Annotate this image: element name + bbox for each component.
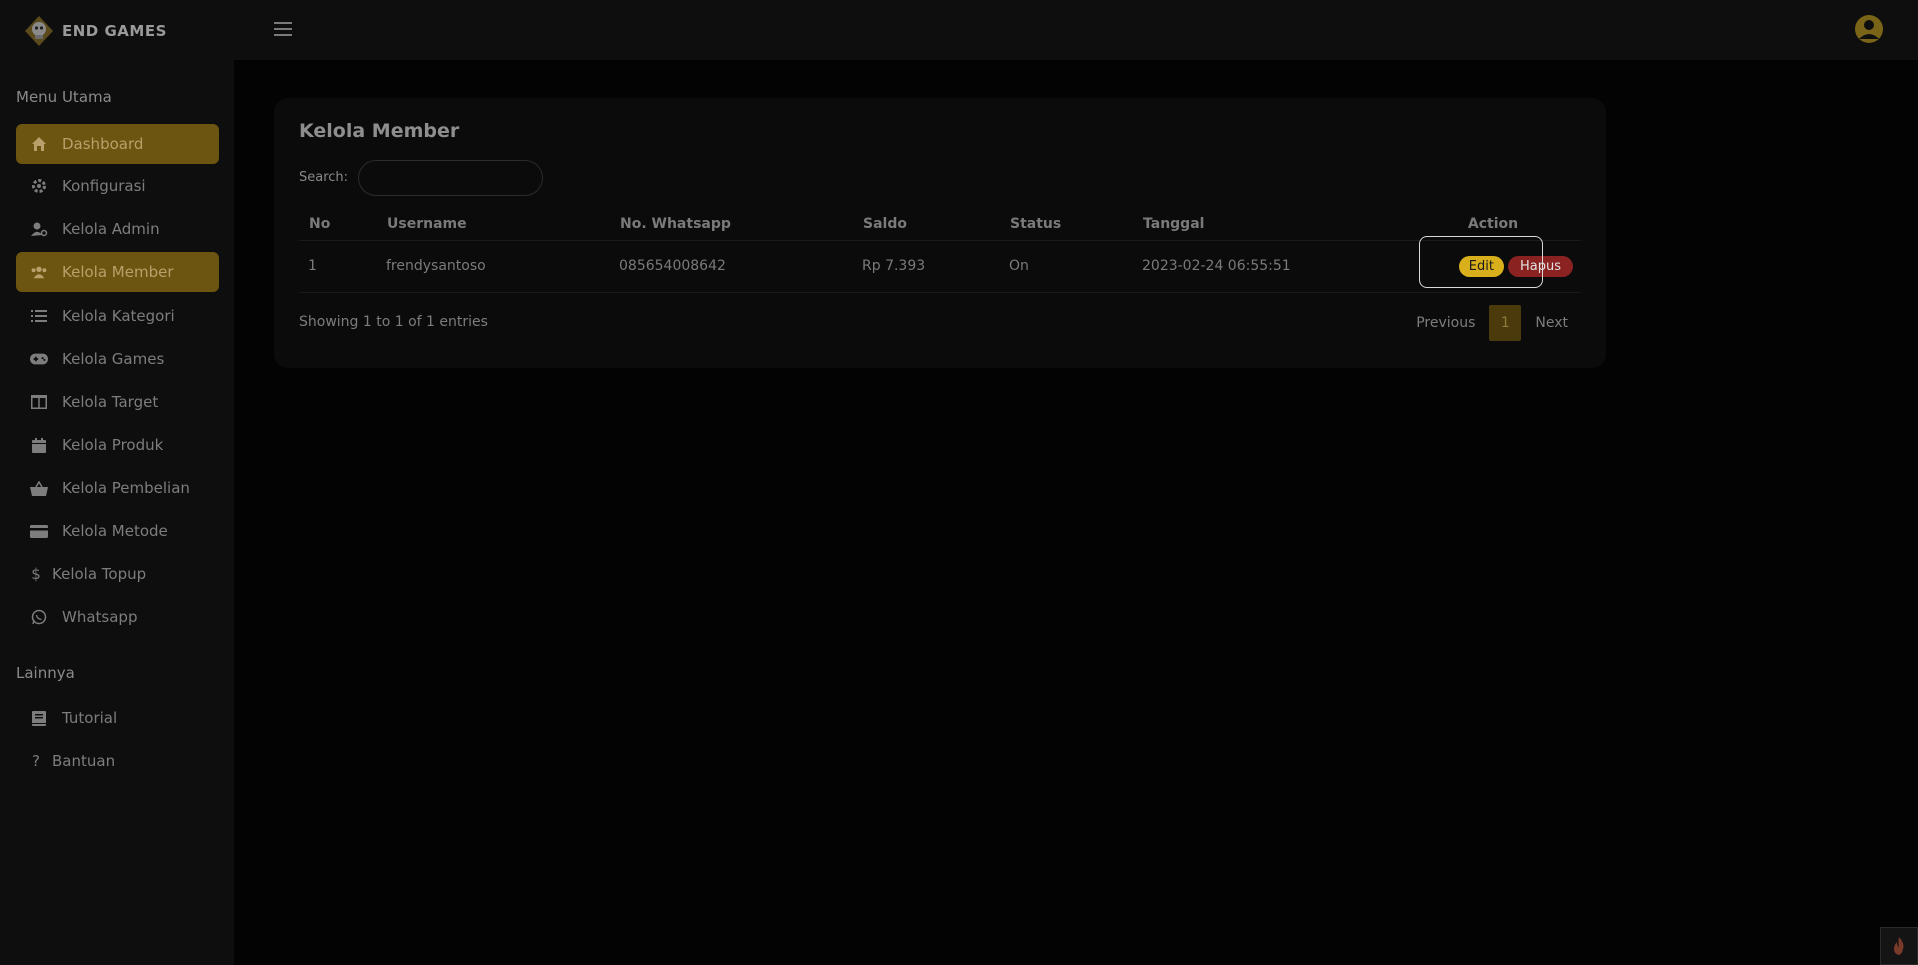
gear-icon bbox=[30, 177, 48, 195]
sidebar-item-label: Whatsapp bbox=[62, 608, 138, 626]
logo-icon bbox=[22, 14, 56, 48]
brand-logo[interactable]: END GAMES bbox=[22, 14, 167, 48]
cell-saldo: Rp 7.393 bbox=[853, 240, 1000, 293]
column-header-tanggal[interactable]: Tanggal bbox=[1133, 208, 1405, 241]
users-icon bbox=[30, 263, 48, 281]
user-avatar-icon[interactable] bbox=[1854, 14, 1884, 44]
sidebar-item-kelola-member[interactable]: Kelola Member bbox=[16, 252, 219, 292]
pagination: Previous 1 Next bbox=[1416, 305, 1568, 341]
member-table: No Username No. Whatsapp Saldo Status Ta… bbox=[299, 208, 1581, 293]
column-header-username[interactable]: Username bbox=[377, 208, 610, 241]
page-number-button[interactable]: 1 bbox=[1489, 305, 1522, 341]
cell-action: Edit Hapus bbox=[1405, 240, 1581, 293]
cell-whatsapp: 085654008642 bbox=[610, 240, 853, 293]
list-icon bbox=[30, 307, 48, 325]
book-icon bbox=[30, 709, 48, 727]
sidebar-item-label: Bantuan bbox=[52, 752, 116, 770]
page-title: Kelola Member bbox=[299, 120, 460, 142]
sidebar-item-whatsapp[interactable]: Whatsapp bbox=[16, 597, 219, 637]
sidebar-item-label: Kelola Topup bbox=[52, 565, 147, 583]
sidebar-item-kelola-topup[interactable]: $ Kelola Topup bbox=[16, 554, 219, 594]
sidebar-item-kelola-target[interactable]: Kelola Target bbox=[16, 382, 219, 422]
question-icon: ? bbox=[32, 752, 40, 770]
sidebar-item-kelola-produk[interactable]: Kelola Produk bbox=[16, 425, 219, 465]
sidebar-item-dashboard[interactable]: Dashboard bbox=[16, 124, 219, 164]
credit-card-icon bbox=[30, 522, 48, 540]
column-header-action: Action bbox=[1405, 208, 1581, 241]
whatsapp-icon bbox=[30, 608, 48, 626]
column-header-status[interactable]: Status bbox=[1000, 208, 1133, 241]
sidebar-item-label: Kelola Metode bbox=[62, 522, 168, 540]
table-info: Showing 1 to 1 of 1 entries bbox=[299, 314, 488, 330]
next-page-button[interactable]: Next bbox=[1535, 315, 1568, 331]
sidebar-item-label: Tutorial bbox=[62, 709, 118, 727]
column-header-saldo[interactable]: Saldo bbox=[853, 208, 1000, 241]
sidebar-item-label: Konfigurasi bbox=[62, 177, 146, 195]
cell-username: frendysantoso bbox=[377, 240, 610, 293]
basket-icon bbox=[30, 479, 48, 497]
sidebar-item-tutorial[interactable]: Tutorial bbox=[16, 698, 219, 738]
sidebar-item-label: Kelola Games bbox=[62, 350, 165, 368]
search-input[interactable] bbox=[358, 160, 543, 196]
sidebar-item-label: Kelola Member bbox=[62, 263, 174, 281]
cell-status: On bbox=[1000, 240, 1133, 293]
sidebar-item-label: Dashboard bbox=[62, 135, 144, 153]
column-header-no[interactable]: No bbox=[299, 208, 377, 241]
brand-name: END GAMES bbox=[62, 22, 167, 40]
dollar-icon: $ bbox=[31, 565, 41, 583]
table-header-row: No Username No. Whatsapp Saldo Status Ta… bbox=[299, 208, 1581, 241]
cell-tanggal: 2023-02-24 06:55:51 bbox=[1133, 240, 1405, 293]
column-header-whatsapp[interactable]: No. Whatsapp bbox=[610, 208, 853, 241]
sidebar-item-kelola-games[interactable]: Kelola Games bbox=[16, 339, 219, 379]
sidebar-item-kelola-metode[interactable]: Kelola Metode bbox=[16, 511, 219, 551]
top-bar: END GAMES bbox=[0, 0, 1918, 60]
sidebar-item-label: Kelola Produk bbox=[62, 436, 164, 454]
flame-icon[interactable] bbox=[1880, 927, 1918, 965]
sidebar-item-label: Kelola Admin bbox=[62, 220, 160, 238]
calendar-icon bbox=[30, 436, 48, 454]
menu-heading-other: Lainnya bbox=[16, 664, 75, 682]
member-card: Kelola Member Search: No Username No. Wh… bbox=[274, 98, 1606, 368]
menu-toggle-icon[interactable] bbox=[274, 22, 292, 38]
home-icon bbox=[30, 135, 48, 153]
sidebar-item-kelola-kategori[interactable]: Kelola Kategori bbox=[16, 296, 219, 336]
sidebar-item-bantuan[interactable]: ? Bantuan bbox=[16, 741, 219, 781]
user-cog-icon bbox=[30, 220, 48, 238]
sidebar-item-konfigurasi[interactable]: Konfigurasi bbox=[16, 166, 219, 206]
menu-heading-main: Menu Utama bbox=[16, 88, 112, 106]
previous-page-button[interactable]: Previous bbox=[1416, 315, 1475, 331]
cell-no: 1 bbox=[299, 240, 377, 293]
columns-icon bbox=[30, 393, 48, 411]
search-label: Search: bbox=[299, 170, 349, 185]
sidebar-item-kelola-pembelian[interactable]: Kelola Pembelian bbox=[16, 468, 219, 508]
sidebar: Menu Utama Dashboard Konfigurasi Kelola … bbox=[0, 60, 234, 965]
sidebar-item-label: Kelola Pembelian bbox=[62, 479, 190, 497]
table-row: 1 frendysantoso 085654008642 Rp 7.393 On… bbox=[299, 240, 1581, 293]
delete-button[interactable]: Hapus bbox=[1507, 255, 1573, 277]
gamepad-icon bbox=[30, 350, 48, 368]
sidebar-item-label: Kelola Kategori bbox=[62, 307, 175, 325]
sidebar-item-label: Kelola Target bbox=[62, 393, 159, 411]
sidebar-item-kelola-admin[interactable]: Kelola Admin bbox=[16, 209, 219, 249]
edit-button[interactable]: Edit bbox=[1458, 255, 1504, 277]
